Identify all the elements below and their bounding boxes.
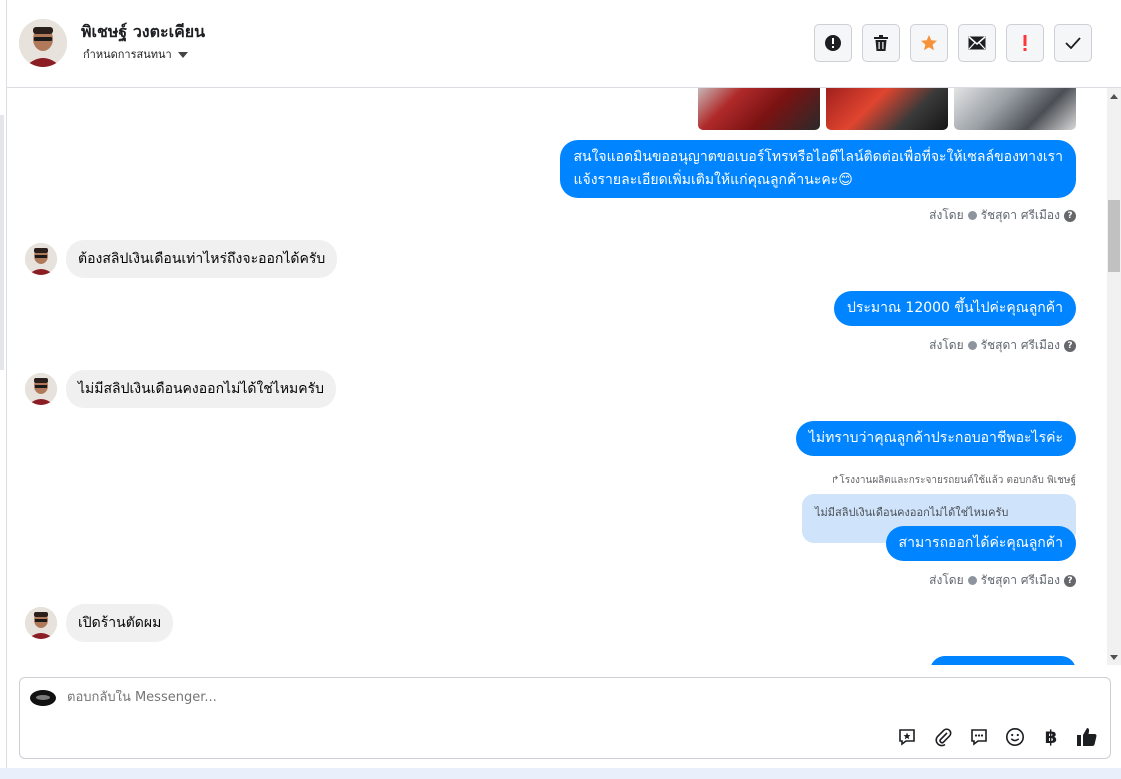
payment-button[interactable]: ฿ — [1040, 726, 1062, 748]
left-panel-scroll-hint — [0, 115, 4, 370]
done-button[interactable] — [1054, 24, 1092, 62]
reply-context-note: ↱โรงงานผลิตและกระจายรถยนต์ใช้แล้ว ตอบกลั… — [830, 475, 1076, 486]
incoming-message: ไม่มีสลิปเงินเดือนคงออกไม่ได้ใช่ไหมครับ — [66, 370, 337, 408]
page-logo-icon — [30, 690, 56, 706]
verified-icon — [967, 211, 977, 220]
car-steering-photo[interactable] — [826, 88, 948, 130]
priority-button[interactable] — [1006, 24, 1044, 62]
emoji-button[interactable] — [1004, 726, 1026, 748]
incoming-message: ต้องสลิปเงินเดือนเท่าไหร่ถึงจะออกได้ครับ — [66, 240, 338, 278]
outgoing-message-partial — [930, 656, 1076, 665]
quick-reply-button[interactable] — [968, 726, 990, 748]
composer-tools: ฿ — [896, 726, 1098, 748]
caret-down-icon — [177, 51, 188, 58]
saved-reply-button[interactable] — [896, 726, 918, 748]
conversation-header: พิเชษฐ์ วงตะเคียน กำหนดการสนทนา — [7, 0, 1121, 88]
alert-circle-icon — [825, 35, 841, 51]
saved-reply-icon — [899, 729, 915, 746]
sent-by-meta: ส่งโดย รัชสุดา ศรีเมือง ? — [929, 206, 1076, 225]
check-icon — [1065, 37, 1081, 49]
attachment-icon — [935, 728, 952, 747]
star-button[interactable] — [910, 24, 948, 62]
emoji-icon — [1006, 728, 1024, 746]
left-panel-edge — [0, 0, 7, 779]
photo-attachments — [698, 88, 1076, 130]
reply-input[interactable] — [67, 690, 867, 705]
like-button[interactable] — [1076, 726, 1098, 748]
baht-icon: ฿ — [1044, 726, 1058, 748]
conversation-status-dropdown[interactable]: กำหนดการสนทนา — [83, 45, 188, 63]
incoming-message-row: ไม่มีสลิปเงินเดือนคงออกไม่ได้ใช่ไหมครับ — [25, 370, 337, 408]
chat-bubble-icon — [971, 729, 987, 746]
thumbs-up-icon — [1077, 728, 1097, 746]
conversation-status-label: กำหนดการสนทนา — [83, 48, 172, 61]
sender-avatar — [25, 373, 57, 405]
outgoing-message: สามารถออกได้ค่ะคุณลูกค้า — [885, 526, 1076, 561]
incoming-message-row: เปิดร้านตัดผม — [25, 604, 174, 642]
message-thread[interactable]: สนใจแอดมินขออนุญาตขอเบอร์โทรหรือไอดีไลน์… — [7, 88, 1107, 665]
help-icon[interactable]: ? — [1064, 574, 1076, 587]
help-icon[interactable]: ? — [1064, 339, 1076, 352]
header-actions — [814, 24, 1092, 62]
outgoing-message: สนใจแอดมินขออนุญาตขอเบอร์โทรหรือไอดีไลน์… — [560, 140, 1076, 198]
attachment-button[interactable] — [932, 726, 954, 748]
delete-button[interactable] — [862, 24, 900, 62]
bottom-strip — [0, 768, 1121, 779]
car-interior-photo[interactable] — [698, 88, 820, 130]
thread-scrollbar[interactable] — [1107, 88, 1121, 665]
envelope-icon — [968, 36, 986, 50]
sender-avatar — [25, 243, 57, 275]
incoming-message-row: ต้องสลิปเงินเดือนเท่าไหร่ถึงจะออกได้ครับ — [25, 240, 338, 278]
scrollbar-thumb[interactable] — [1108, 200, 1120, 272]
mark-unread-button[interactable] — [958, 24, 996, 62]
outgoing-message: ประมาณ 12000 ขึ้นไปค่ะคุณลูกค้า — [833, 291, 1076, 326]
outgoing-message: ไม่ทราบว่าคุณลูกค้าประกอบอาชีพอะไรค่ะ — [795, 421, 1076, 456]
sent-by-meta: ส่งโดย รัชสุดา ศรีเมือง ? — [929, 336, 1076, 355]
car-engine-photo[interactable] — [954, 88, 1076, 130]
contact-avatar[interactable] — [19, 19, 67, 67]
star-icon — [921, 35, 937, 51]
verified-icon — [967, 576, 977, 585]
scroll-up-icon[interactable] — [1110, 94, 1118, 99]
sent-by-meta: ส่งโดย รัชสุดา ศรีเมือง ? — [929, 571, 1076, 590]
verified-icon — [967, 341, 977, 350]
contact-name[interactable]: พิเชษฐ์ วงตะเคียน — [81, 20, 205, 45]
scroll-down-icon[interactable] — [1110, 655, 1118, 660]
incoming-message: เปิดร้านตัดผม — [66, 604, 174, 642]
exclamation-icon — [1023, 35, 1027, 51]
trash-icon — [874, 35, 888, 51]
sender-avatar — [25, 607, 57, 639]
reply-composer: ฿ — [19, 677, 1111, 759]
help-icon[interactable]: ? — [1064, 209, 1076, 222]
spam-button[interactable] — [814, 24, 852, 62]
